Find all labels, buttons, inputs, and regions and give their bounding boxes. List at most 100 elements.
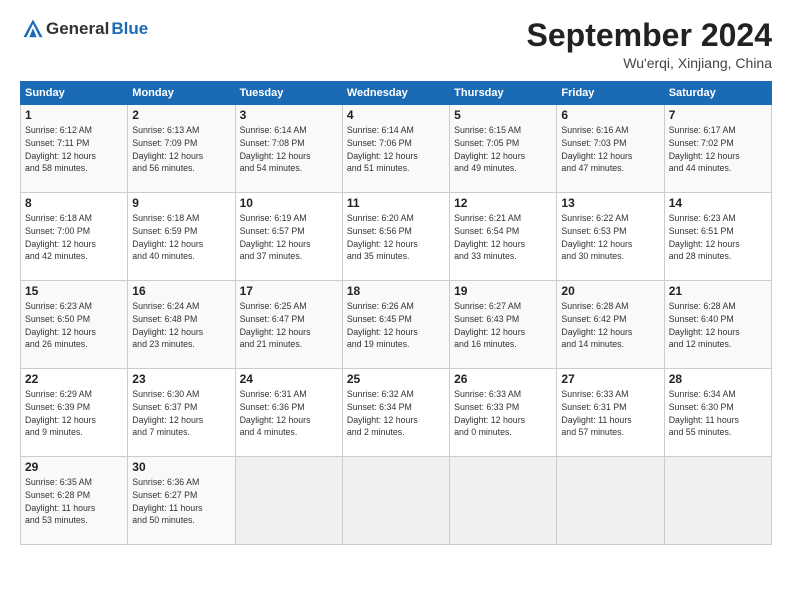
title-block: September 2024 Wu'erqi, Xinjiang, China <box>527 18 772 71</box>
calendar-cell: 13 Sunrise: 6:22 AM Sunset: 6:53 PM Dayli… <box>557 193 664 281</box>
calendar-cell: 28 Sunrise: 6:34 AM Sunset: 6:30 PM Dayli… <box>664 369 771 457</box>
day-content: Sunrise: 6:14 AM Sunset: 7:06 PM Dayligh… <box>347 124 445 175</box>
day-number: 9 <box>132 196 230 210</box>
calendar-week-2: 8 Sunrise: 6:18 AM Sunset: 7:00 PM Daylig… <box>21 193 772 281</box>
day-content: Sunrise: 6:18 AM Sunset: 7:00 PM Dayligh… <box>25 212 123 263</box>
calendar-cell: 20Sunrise: 6:28 AM Sunset: 6:42 PM Dayli… <box>557 281 664 369</box>
logo: General Blue <box>20 18 148 40</box>
calendar-header-row: SundayMondayTuesdayWednesdayThursdayFrid… <box>21 82 772 105</box>
column-header-friday: Friday <box>557 82 664 105</box>
calendar-cell: 4 Sunrise: 6:14 AM Sunset: 7:06 PM Daylig… <box>342 105 449 193</box>
calendar-cell: 21Sunrise: 6:28 AM Sunset: 6:40 PM Dayli… <box>664 281 771 369</box>
column-header-tuesday: Tuesday <box>235 82 342 105</box>
calendar-week-5: 29 Sunrise: 6:35 AM Sunset: 6:28 PM Dayli… <box>21 457 772 545</box>
day-content: Sunrise: 6:26 AM Sunset: 6:45 PM Dayligh… <box>347 300 445 351</box>
day-number: 26 <box>454 372 552 386</box>
day-content: Sunrise: 6:22 AM Sunset: 6:53 PM Dayligh… <box>561 212 659 263</box>
calendar-cell: 10Sunrise: 6:19 AM Sunset: 6:57 PM Dayli… <box>235 193 342 281</box>
day-content: Sunrise: 6:14 AM Sunset: 7:08 PM Dayligh… <box>240 124 338 175</box>
day-number: 29 <box>25 460 123 474</box>
day-number: 15 <box>25 284 123 298</box>
calendar-cell: 7 Sunrise: 6:17 AM Sunset: 7:02 PM Daylig… <box>664 105 771 193</box>
calendar-cell: 23 Sunrise: 6:30 AM Sunset: 6:37 PM Dayli… <box>128 369 235 457</box>
day-number: 23 <box>132 372 230 386</box>
day-number: 1 <box>25 108 123 122</box>
calendar-cell: 5Sunrise: 6:15 AM Sunset: 7:05 PM Daylig… <box>450 105 557 193</box>
column-header-saturday: Saturday <box>664 82 771 105</box>
calendar-cell: 1 Sunrise: 6:12 AM Sunset: 7:11 PM Daylig… <box>21 105 128 193</box>
day-number: 10 <box>240 196 338 210</box>
calendar-week-1: 1 Sunrise: 6:12 AM Sunset: 7:11 PM Daylig… <box>21 105 772 193</box>
day-content: Sunrise: 6:23 AM Sunset: 6:51 PM Dayligh… <box>669 212 767 263</box>
day-number: 18 <box>347 284 445 298</box>
day-number: 20 <box>561 284 659 298</box>
day-content: Sunrise: 6:34 AM Sunset: 6:30 PM Dayligh… <box>669 388 767 439</box>
calendar-cell: 25 Sunrise: 6:32 AM Sunset: 6:34 PM Dayli… <box>342 369 449 457</box>
calendar-cell: 6Sunrise: 6:16 AM Sunset: 7:03 PM Daylig… <box>557 105 664 193</box>
calendar-cell: 30Sunrise: 6:36 AM Sunset: 6:27 PM Dayli… <box>128 457 235 545</box>
calendar-cell: 12 Sunrise: 6:21 AM Sunset: 6:54 PM Dayli… <box>450 193 557 281</box>
day-number: 13 <box>561 196 659 210</box>
day-content: Sunrise: 6:17 AM Sunset: 7:02 PM Dayligh… <box>669 124 767 175</box>
logo-icon <box>22 18 44 40</box>
day-content: Sunrise: 6:15 AM Sunset: 7:05 PM Dayligh… <box>454 124 552 175</box>
day-content: Sunrise: 6:35 AM Sunset: 6:28 PM Dayligh… <box>25 476 123 527</box>
calendar-cell: 26 Sunrise: 6:33 AM Sunset: 6:33 PM Dayli… <box>450 369 557 457</box>
logo-general: General <box>46 19 109 39</box>
calendar-cell: 14Sunrise: 6:23 AM Sunset: 6:51 PM Dayli… <box>664 193 771 281</box>
day-content: Sunrise: 6:31 AM Sunset: 6:36 PM Dayligh… <box>240 388 338 439</box>
day-content: Sunrise: 6:33 AM Sunset: 6:33 PM Dayligh… <box>454 388 552 439</box>
calendar-cell: 29 Sunrise: 6:35 AM Sunset: 6:28 PM Dayli… <box>21 457 128 545</box>
page: General Blue September 2024 Wu'erqi, Xin… <box>0 0 792 612</box>
day-number: 2 <box>132 108 230 122</box>
column-header-wednesday: Wednesday <box>342 82 449 105</box>
day-content: Sunrise: 6:25 AM Sunset: 6:47 PM Dayligh… <box>240 300 338 351</box>
day-content: Sunrise: 6:20 AM Sunset: 6:56 PM Dayligh… <box>347 212 445 263</box>
calendar-week-4: 22 Sunrise: 6:29 AM Sunset: 6:39 PM Dayli… <box>21 369 772 457</box>
calendar-cell: 3 Sunrise: 6:14 AM Sunset: 7:08 PM Daylig… <box>235 105 342 193</box>
day-content: Sunrise: 6:30 AM Sunset: 6:37 PM Dayligh… <box>132 388 230 439</box>
day-content: Sunrise: 6:21 AM Sunset: 6:54 PM Dayligh… <box>454 212 552 263</box>
column-header-monday: Monday <box>128 82 235 105</box>
day-content: Sunrise: 6:23 AM Sunset: 6:50 PM Dayligh… <box>25 300 123 351</box>
day-number: 7 <box>669 108 767 122</box>
calendar-cell: 8 Sunrise: 6:18 AM Sunset: 7:00 PM Daylig… <box>21 193 128 281</box>
calendar-cell: 11 Sunrise: 6:20 AM Sunset: 6:56 PM Dayli… <box>342 193 449 281</box>
calendar-cell: 27Sunrise: 6:33 AM Sunset: 6:31 PM Dayli… <box>557 369 664 457</box>
calendar-cell <box>342 457 449 545</box>
day-number: 24 <box>240 372 338 386</box>
day-number: 4 <box>347 108 445 122</box>
calendar-cell: 19 Sunrise: 6:27 AM Sunset: 6:43 PM Dayli… <box>450 281 557 369</box>
calendar-cell: 17Sunrise: 6:25 AM Sunset: 6:47 PM Dayli… <box>235 281 342 369</box>
month-title: September 2024 <box>527 18 772 53</box>
calendar-cell: 2 Sunrise: 6:13 AM Sunset: 7:09 PM Daylig… <box>128 105 235 193</box>
day-number: 11 <box>347 196 445 210</box>
day-number: 16 <box>132 284 230 298</box>
day-content: Sunrise: 6:32 AM Sunset: 6:34 PM Dayligh… <box>347 388 445 439</box>
location: Wu'erqi, Xinjiang, China <box>527 55 772 71</box>
day-number: 12 <box>454 196 552 210</box>
logo-text: General Blue <box>20 18 148 40</box>
day-number: 30 <box>132 460 230 474</box>
calendar-cell <box>450 457 557 545</box>
day-number: 25 <box>347 372 445 386</box>
day-content: Sunrise: 6:12 AM Sunset: 7:11 PM Dayligh… <box>25 124 123 175</box>
day-number: 22 <box>25 372 123 386</box>
column-header-thursday: Thursday <box>450 82 557 105</box>
calendar-week-3: 15 Sunrise: 6:23 AM Sunset: 6:50 PM Dayli… <box>21 281 772 369</box>
calendar-cell: 9 Sunrise: 6:18 AM Sunset: 6:59 PM Daylig… <box>128 193 235 281</box>
calendar-cell <box>557 457 664 545</box>
day-content: Sunrise: 6:24 AM Sunset: 6:48 PM Dayligh… <box>132 300 230 351</box>
day-number: 3 <box>240 108 338 122</box>
day-content: Sunrise: 6:13 AM Sunset: 7:09 PM Dayligh… <box>132 124 230 175</box>
calendar-cell: 15 Sunrise: 6:23 AM Sunset: 6:50 PM Dayli… <box>21 281 128 369</box>
day-content: Sunrise: 6:29 AM Sunset: 6:39 PM Dayligh… <box>25 388 123 439</box>
calendar-cell <box>664 457 771 545</box>
calendar-table: SundayMondayTuesdayWednesdayThursdayFrid… <box>20 81 772 545</box>
day-number: 28 <box>669 372 767 386</box>
day-content: Sunrise: 6:18 AM Sunset: 6:59 PM Dayligh… <box>132 212 230 263</box>
day-number: 19 <box>454 284 552 298</box>
calendar-cell: 18 Sunrise: 6:26 AM Sunset: 6:45 PM Dayli… <box>342 281 449 369</box>
day-number: 8 <box>25 196 123 210</box>
day-content: Sunrise: 6:27 AM Sunset: 6:43 PM Dayligh… <box>454 300 552 351</box>
